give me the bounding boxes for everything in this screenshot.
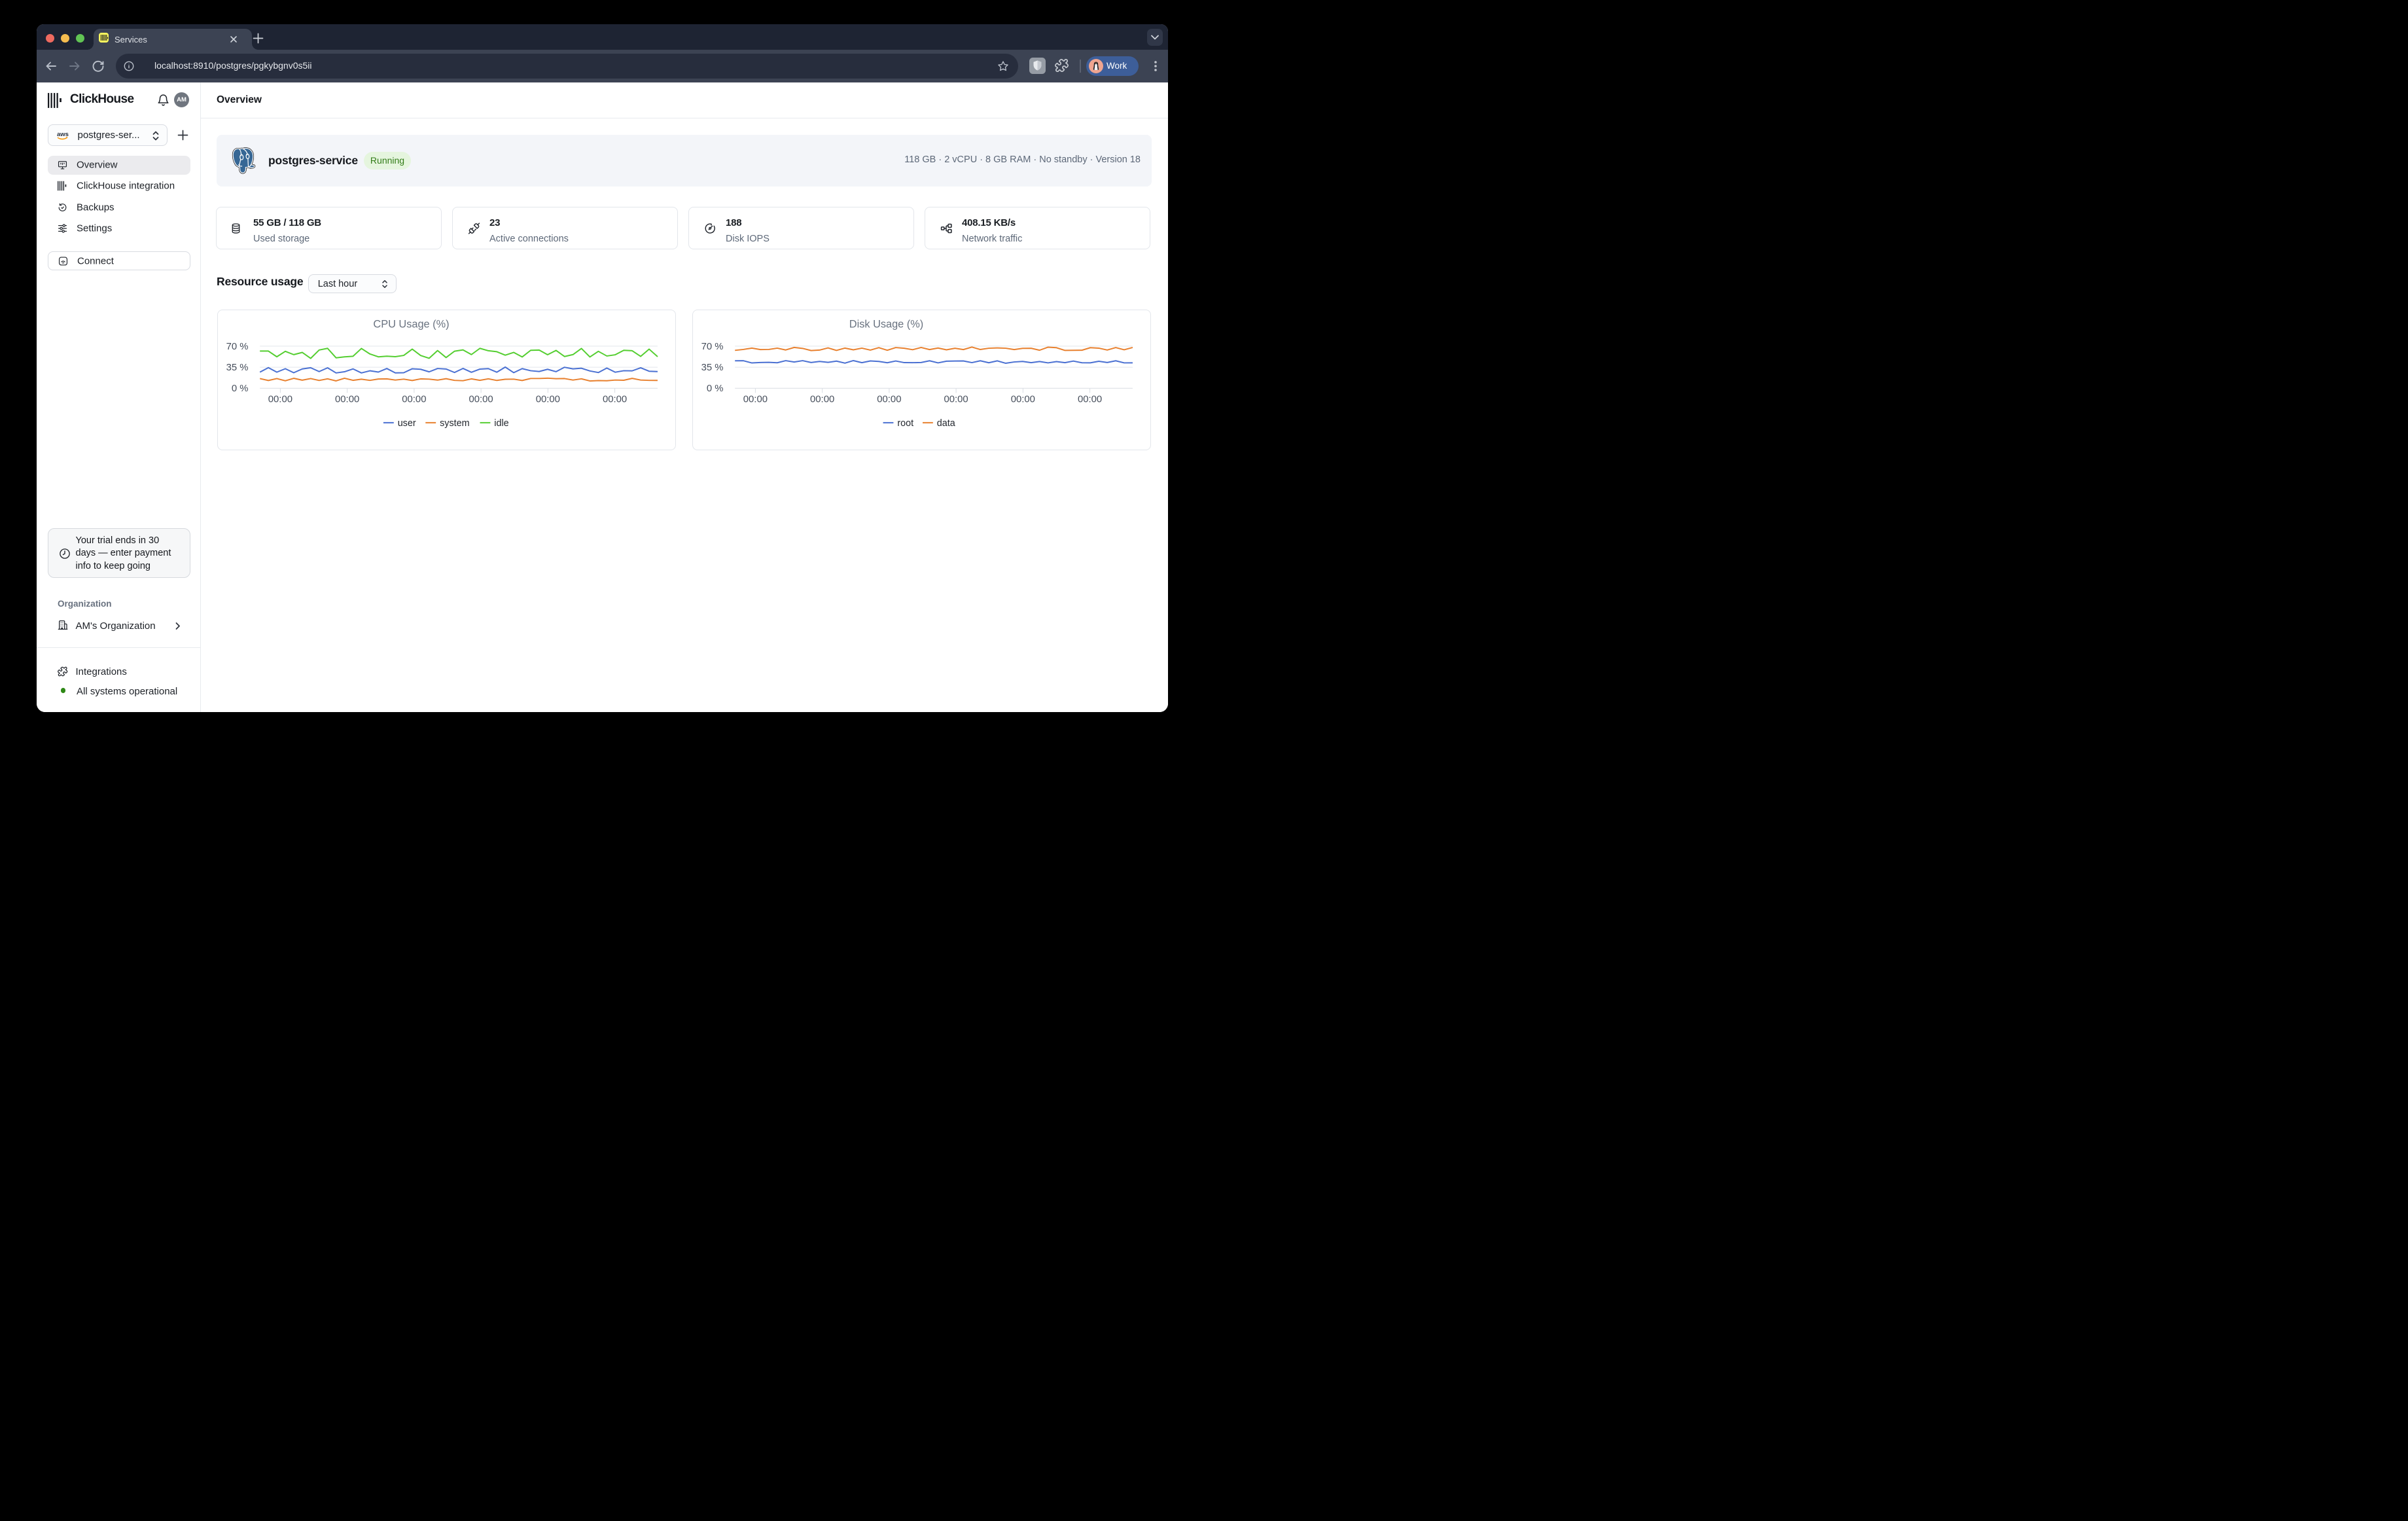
svg-text:70 %: 70 % (226, 342, 249, 352)
svg-text:00:00: 00:00 (335, 395, 359, 405)
svg-text:35 %: 35 % (226, 363, 249, 373)
svg-text:0 %: 0 % (707, 384, 724, 394)
svg-text:70 %: 70 % (701, 342, 724, 352)
svg-text:00:00: 00:00 (603, 395, 627, 405)
svg-text:data: data (937, 418, 955, 429)
svg-text:system: system (440, 418, 470, 429)
svg-text:00:00: 00:00 (810, 395, 834, 405)
svg-text:00:00: 00:00 (1011, 395, 1035, 405)
svg-text:Disk Usage (%): Disk Usage (%) (849, 319, 923, 331)
svg-text:00:00: 00:00 (536, 395, 560, 405)
svg-text:00:00: 00:00 (268, 395, 292, 405)
svg-text:35 %: 35 % (701, 363, 724, 373)
svg-text:00:00: 00:00 (743, 395, 768, 405)
svg-text:00:00: 00:00 (877, 395, 901, 405)
svg-text:00:00: 00:00 (944, 395, 968, 405)
svg-text:00:00: 00:00 (469, 395, 493, 405)
svg-text:CPU Usage (%): CPU Usage (%) (373, 319, 449, 331)
svg-text:00:00: 00:00 (402, 395, 426, 405)
svg-text:user: user (398, 418, 416, 429)
svg-text:aws: aws (57, 131, 69, 138)
svg-text:idle: idle (494, 418, 508, 429)
svg-text:0 %: 0 % (232, 384, 249, 394)
svg-text:00:00: 00:00 (1078, 395, 1102, 405)
svg-text:root: root (897, 418, 913, 429)
